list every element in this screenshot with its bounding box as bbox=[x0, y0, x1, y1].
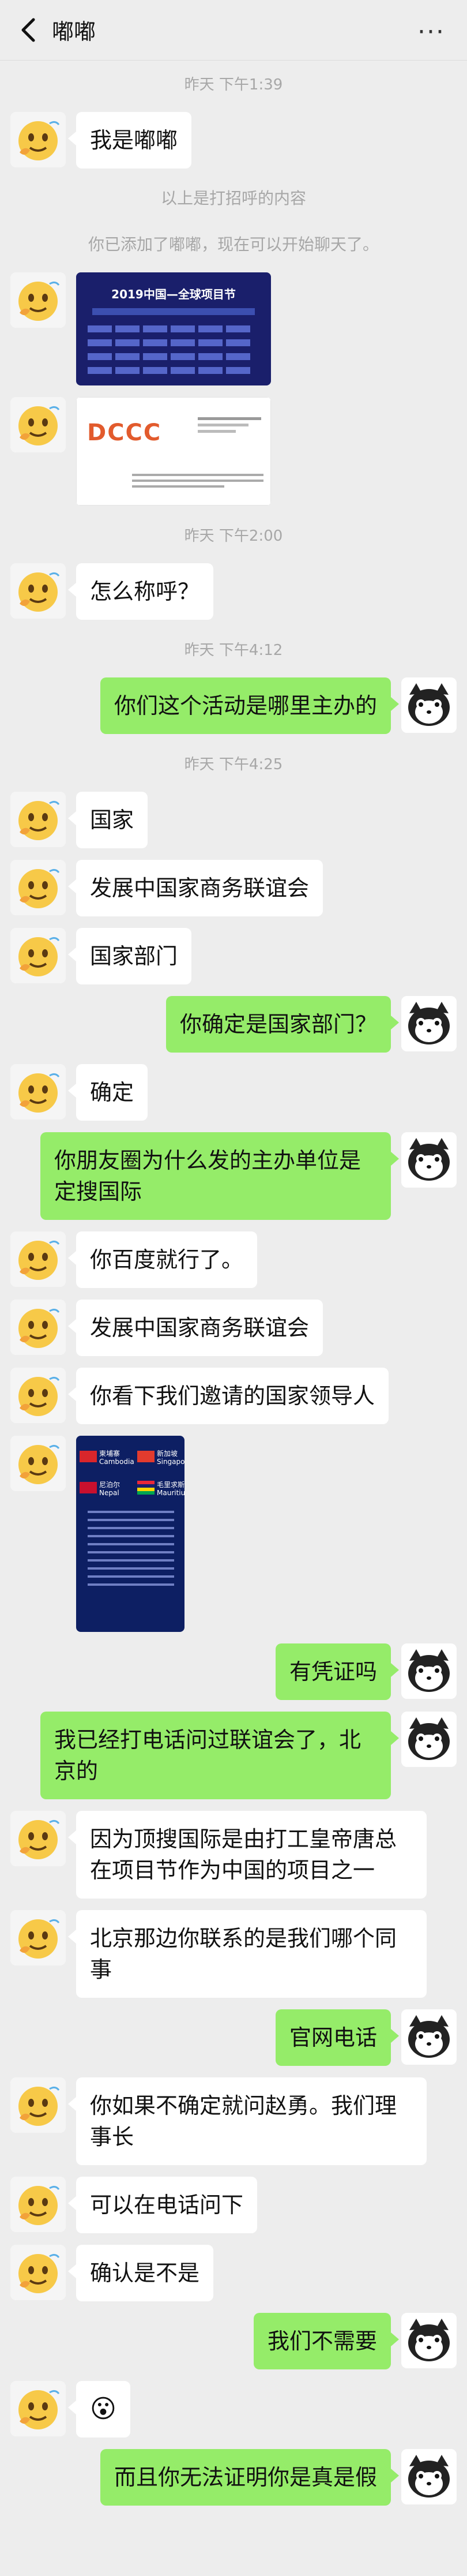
message-row: DCCC bbox=[0, 391, 467, 511]
message-row: 我是嘟嘟 bbox=[0, 106, 467, 174]
outgoing-message-bubble[interactable]: 我们不需要 bbox=[253, 2313, 400, 2369]
contact-avatar[interactable] bbox=[10, 272, 66, 328]
message-row: 你们这个活动是哪里主办的 bbox=[0, 672, 467, 740]
contact-avatar[interactable] bbox=[10, 1436, 66, 1491]
system-notice: 以上是打招呼的内容 bbox=[160, 189, 306, 208]
chat-title: 嘟嘟 bbox=[52, 19, 96, 44]
incoming-message-bubble[interactable]: 国家部门 bbox=[67, 928, 192, 984]
message-row: 有凭证吗 bbox=[0, 1638, 467, 1706]
poster-title: 2019中国—全球项目节 bbox=[111, 287, 236, 301]
my-avatar[interactable] bbox=[401, 1132, 457, 1188]
contact-avatar[interactable] bbox=[10, 1231, 66, 1287]
message-row: 你看下我们邀请的国家领导人 bbox=[0, 1362, 467, 1430]
message-row: 北京那边你联系的是我们哪个同事 bbox=[0, 1904, 467, 2004]
my-avatar[interactable] bbox=[401, 2009, 457, 2065]
timestamp: 昨天 下午2:00 bbox=[184, 527, 283, 545]
system-notice: 你已添加了嘟嘟，现在可以开始聊天了。 bbox=[88, 235, 379, 254]
contact-avatar[interactable] bbox=[10, 397, 66, 452]
leaders-image: 柬埔寨Cambodia 新加坡Singapore 尼泊尔Nepal 毛里求斯Ma… bbox=[76, 1436, 184, 1632]
my-avatar[interactable] bbox=[401, 996, 457, 1051]
message-row: 确认是不是 bbox=[0, 2239, 467, 2307]
message-row: 怎么称呼？ bbox=[0, 557, 467, 626]
contact-avatar[interactable] bbox=[10, 2077, 66, 2133]
message-row: 柬埔寨Cambodia 新加坡Singapore 尼泊尔Nepal 毛里求斯Ma… bbox=[0, 1430, 467, 1638]
my-avatar[interactable] bbox=[401, 677, 457, 733]
message-row: 而且你无法证明你是真是假 bbox=[0, 2443, 467, 2511]
incoming-message-bubble[interactable]: 确认是不是 bbox=[67, 2245, 214, 2301]
timestamp: 昨天 下午1:39 bbox=[184, 76, 283, 93]
outgoing-message-bubble[interactable]: 你们这个活动是哪里主办的 bbox=[100, 677, 400, 734]
incoming-message-bubble[interactable]: 因为顶搜国际是由打工皇帝唐总在项目节作为中国的项目之一 bbox=[68, 1811, 427, 1899]
my-avatar[interactable] bbox=[401, 1712, 457, 1767]
incoming-message-bubble[interactable]: 你如果不确定就问赵勇。我们理事长 bbox=[68, 2077, 427, 2165]
contact-avatar[interactable] bbox=[10, 2381, 66, 2436]
outgoing-message-bubble[interactable]: 你朋友圈为什么发的主办单位是定搜国际 bbox=[40, 1132, 399, 1220]
message-row: 国家 bbox=[0, 786, 467, 854]
message-row: 发展中国家商务联谊会 bbox=[0, 1294, 467, 1362]
incoming-message-bubble[interactable]: 😮 bbox=[68, 2381, 130, 2438]
outgoing-message-bubble[interactable]: 有凭证吗 bbox=[275, 1643, 400, 1700]
contact-avatar[interactable] bbox=[10, 1368, 66, 1423]
message-row: 官网电话 bbox=[0, 2004, 467, 2072]
chat-header: 嘟嘟 ··· bbox=[0, 0, 467, 61]
contact-avatar[interactable] bbox=[10, 2245, 66, 2300]
contact-avatar[interactable] bbox=[10, 2177, 66, 2232]
outgoing-message-bubble[interactable]: 你确定是国家部门？ bbox=[165, 996, 400, 1053]
image-message[interactable]: 2019中国—全球项目节 bbox=[76, 272, 271, 385]
message-row: 我们不需要 bbox=[0, 2307, 467, 2375]
message-row: 你确定是国家部门？ bbox=[0, 990, 467, 1058]
contact-avatar[interactable] bbox=[10, 792, 66, 847]
business-card-image: DCCC bbox=[76, 397, 271, 506]
message-row: 你百度就行了。 bbox=[0, 1226, 467, 1294]
timestamp: 昨天 下午4:25 bbox=[184, 755, 283, 773]
contact-avatar[interactable] bbox=[10, 1300, 66, 1355]
my-avatar[interactable] bbox=[401, 2313, 457, 2368]
incoming-message-bubble[interactable]: 发展中国家商务联谊会 bbox=[67, 860, 323, 916]
poster-image: 2019中国—全球项目节 bbox=[76, 272, 271, 385]
message-row: 发展中国家商务联谊会 bbox=[0, 854, 467, 922]
message-row: 你朋友圈为什么发的主办单位是定搜国际 bbox=[0, 1126, 467, 1226]
message-row: 我已经打电话问过联谊会了，北京的 bbox=[0, 1706, 467, 1805]
message-row: 确定 bbox=[0, 1058, 467, 1126]
contact-avatar[interactable] bbox=[10, 928, 66, 983]
message-row: 可以在电话问下 bbox=[0, 2171, 467, 2239]
message-row: 😮 bbox=[0, 2375, 467, 2443]
message-row: 你如果不确定就问赵勇。我们理事长 bbox=[0, 2072, 467, 2171]
card-logo: DCCC bbox=[87, 420, 162, 446]
message-list[interactable]: 昨天 下午1:39 我是嘟嘟以上是打招呼的内容你已添加了嘟嘟，现在可以开始聊天了… bbox=[0, 60, 467, 2511]
incoming-message-bubble[interactable]: 可以在电话问下 bbox=[67, 2177, 258, 2233]
outgoing-message-bubble[interactable]: 我已经打电话问过联谊会了，北京的 bbox=[40, 1712, 399, 1799]
message-row: 因为顶搜国际是由打工皇帝唐总在项目节作为中国的项目之一 bbox=[0, 1805, 467, 1904]
incoming-message-bubble[interactable]: 国家 bbox=[67, 792, 148, 848]
timestamp: 昨天 下午4:12 bbox=[184, 641, 283, 659]
my-avatar[interactable] bbox=[401, 2449, 457, 2504]
more-options-icon[interactable]: ··· bbox=[417, 17, 445, 47]
contact-avatar[interactable] bbox=[10, 1910, 66, 1965]
incoming-message-bubble[interactable]: 发展中国家商务联谊会 bbox=[67, 1300, 323, 1356]
message-row: 国家部门 bbox=[0, 922, 467, 990]
back-arrow-icon[interactable] bbox=[13, 13, 47, 47]
message-row: 2019中国—全球项目节 bbox=[0, 267, 467, 391]
my-avatar[interactable] bbox=[401, 1643, 457, 1699]
contact-avatar[interactable] bbox=[10, 563, 66, 619]
outgoing-message-bubble[interactable]: 官网电话 bbox=[275, 2009, 400, 2066]
image-message[interactable]: 柬埔寨Cambodia 新加坡Singapore 尼泊尔Nepal 毛里求斯Ma… bbox=[76, 1436, 184, 1632]
incoming-message-bubble[interactable]: 你百度就行了。 bbox=[67, 1231, 258, 1288]
incoming-message-bubble[interactable]: 我是嘟嘟 bbox=[67, 112, 192, 169]
incoming-message-bubble[interactable]: 你看下我们邀请的国家领导人 bbox=[67, 1368, 389, 1424]
outgoing-message-bubble[interactable]: 而且你无法证明你是真是假 bbox=[100, 2449, 400, 2506]
contact-avatar[interactable] bbox=[10, 112, 66, 167]
contact-avatar[interactable] bbox=[10, 1064, 66, 1119]
contact-avatar[interactable] bbox=[10, 860, 66, 915]
incoming-message-bubble[interactable]: 确定 bbox=[67, 1064, 148, 1121]
image-message[interactable]: DCCC bbox=[76, 397, 271, 506]
incoming-message-bubble[interactable]: 怎么称呼？ bbox=[67, 563, 214, 620]
incoming-message-bubble[interactable]: 北京那边你联系的是我们哪个同事 bbox=[68, 1910, 427, 1998]
contact-avatar[interactable] bbox=[10, 1811, 66, 1866]
